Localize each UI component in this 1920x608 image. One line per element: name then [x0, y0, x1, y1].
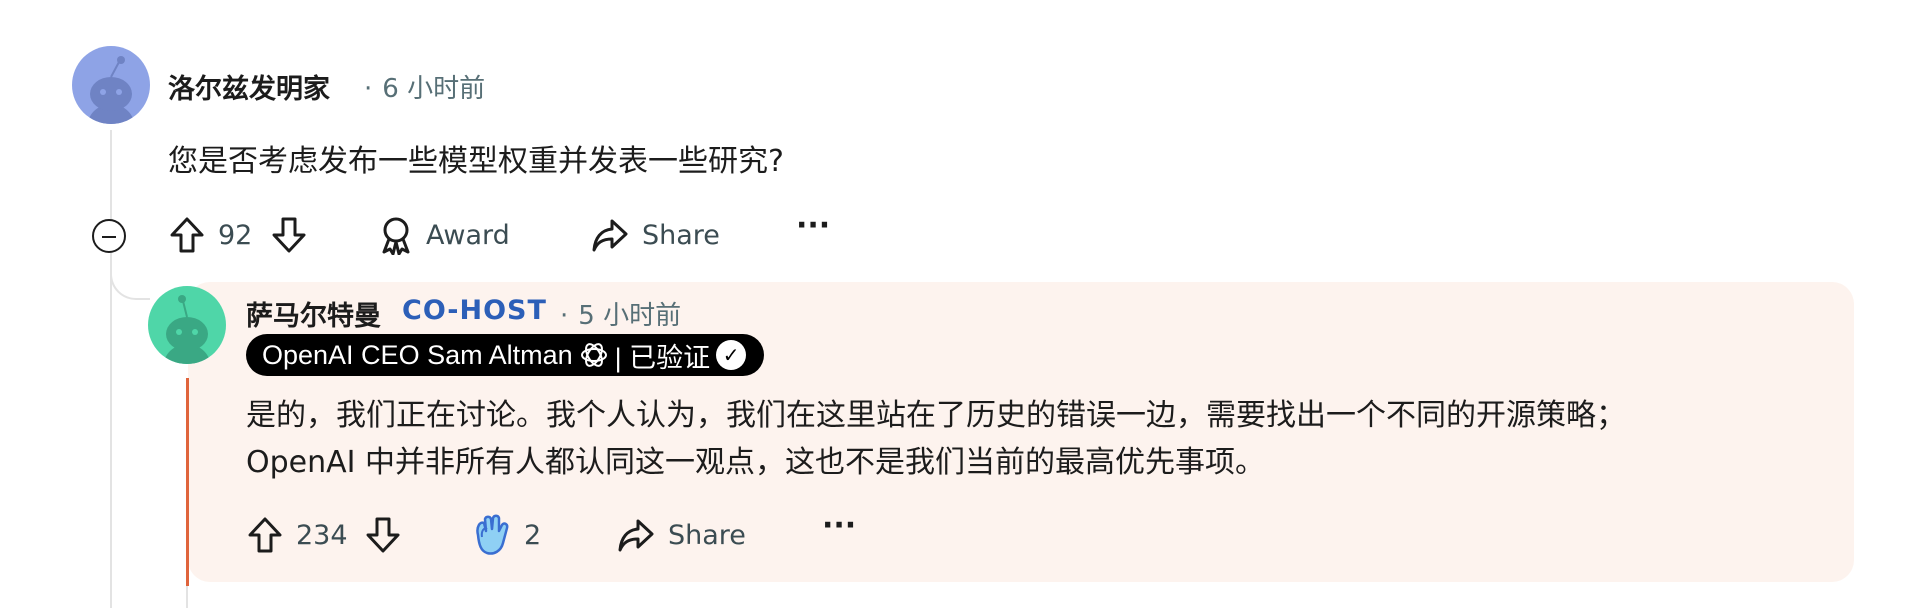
thread-line-main — [110, 130, 112, 608]
openai-logo-icon — [580, 343, 607, 367]
reply-share-label: Share — [668, 519, 746, 551]
reply-more-options-button[interactable]: ··· — [822, 508, 856, 543]
flair-verified-text: | 已验证 — [614, 342, 711, 373]
reply-vote-controls: 234 — [246, 515, 402, 555]
reply-award-count: 2 — [524, 519, 542, 551]
thread-connector — [110, 256, 150, 300]
comment-time: 6 小时前 — [382, 74, 486, 104]
meta-separator: · — [364, 74, 373, 104]
upvote-icon[interactable] — [246, 515, 284, 555]
downvote-icon[interactable] — [270, 215, 308, 255]
reply-author[interactable]: 萨马尔特曼 — [246, 294, 381, 333]
more-icon: ··· — [822, 508, 857, 543]
reply-time: 5 小时前 — [578, 301, 682, 331]
comment-body: 您是否考虑发布一些模型权重并发表一些研究? — [168, 144, 784, 179]
user-flair: OpenAI CEO Sam Altman | 已验证 ✓ — [246, 334, 765, 376]
collapse-icon[interactable] — [92, 219, 126, 253]
award-icon — [382, 217, 410, 255]
comment-author[interactable]: 洛尔兹发明家 — [168, 67, 330, 106]
vote-controls: 92 — [168, 215, 308, 255]
share-label: Share — [642, 219, 720, 251]
flair-text: OpenAI CEO Sam Altman — [262, 339, 573, 370]
reply-timestamp: · 5 小时前 — [560, 295, 681, 332]
snoo-avatar-icon — [72, 46, 150, 124]
reply-highlight-bar — [186, 378, 189, 586]
reply-body-line1: 是的，我们正在讨论。我个人认为，我们在这里站在了历史的错误一边，需要找出一个不同… — [246, 398, 1626, 433]
reply-share-button[interactable]: Share — [616, 515, 746, 555]
reply-avatar[interactable] — [148, 286, 226, 364]
verified-check-icon: ✓ — [716, 340, 747, 370]
downvote-icon[interactable] — [364, 515, 402, 555]
more-icon: ··· — [796, 208, 831, 243]
share-icon — [592, 219, 628, 252]
vote-count: 92 — [218, 219, 253, 251]
reply-body-line2: OpenAI 中并非所有人都认同这一观点，这也不是我们当前的最高优先事项。 — [246, 445, 1266, 480]
clapping-hands-award-icon — [476, 514, 509, 555]
avatar[interactable] — [72, 46, 150, 124]
comment-timestamp: · 6 小时前 — [364, 68, 485, 105]
share-icon — [618, 519, 654, 552]
share-button[interactable]: Share — [590, 215, 720, 255]
meta-separator: · — [560, 301, 569, 331]
award-button[interactable]: Award — [378, 215, 510, 255]
upvote-icon[interactable] — [168, 215, 206, 255]
snoo-avatar-icon — [148, 286, 226, 364]
more-options-button[interactable]: ··· — [796, 208, 830, 243]
co-host-badge: CO-HOST — [402, 295, 547, 326]
thread-line-reply — [186, 586, 188, 608]
award-label: Award — [426, 219, 510, 251]
reply-vote-count: 234 — [296, 519, 348, 551]
reply-award-button[interactable]: 2 — [470, 513, 541, 557]
